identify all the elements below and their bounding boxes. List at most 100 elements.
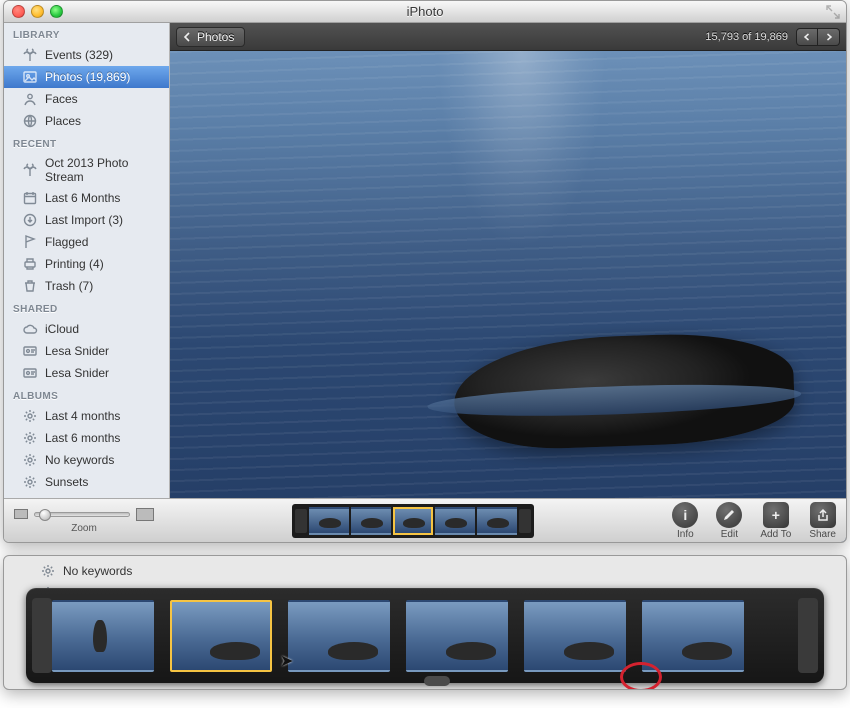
trash-icon: [22, 278, 38, 294]
thumbnail[interactable]: [309, 507, 349, 535]
info-button[interactable]: i Info: [672, 502, 698, 540]
thumbnail[interactable]: [288, 600, 390, 672]
sidebar-item-label: Faces: [45, 92, 78, 106]
action-tools: i Info Edit + Add To Share: [672, 502, 836, 540]
sidebar-item[interactable]: No keywords: [22, 560, 846, 582]
sidebar-item[interactable]: Lesa Snider: [4, 362, 169, 384]
info-icon: i: [672, 502, 698, 528]
cursor-icon: ➤: [280, 651, 293, 671]
filmstrip-cap-right: [519, 509, 531, 533]
pencil-icon: [716, 502, 742, 528]
photo-count: 15,793 of 19,869: [705, 31, 788, 43]
zoom-in-icon[interactable]: [136, 508, 154, 521]
sidebar-item-label: Flagged: [45, 235, 88, 249]
face-icon: [22, 91, 38, 107]
thumbnail-strip[interactable]: [292, 504, 534, 538]
gear-icon: [22, 474, 38, 490]
flag-icon: [22, 234, 38, 250]
nav-arrows: [796, 28, 840, 46]
sidebar-item[interactable]: Last Import (3): [4, 209, 169, 231]
card-icon: [22, 343, 38, 359]
sidebar-item-label: Last 6 Months: [45, 191, 120, 205]
filmstrip-resize-handle[interactable]: [424, 676, 450, 686]
gear-icon: [22, 452, 38, 468]
sidebar-item[interactable]: Last 6 Months: [4, 187, 169, 209]
gear-icon: [40, 563, 56, 579]
sidebar-item[interactable]: Last 4 months: [4, 405, 169, 427]
sidebar-item[interactable]: Last 6 months: [4, 427, 169, 449]
cloud-icon: [22, 321, 38, 337]
sidebar-item[interactable]: No keywords: [4, 449, 169, 471]
sidebar-group-label: LIBRARY: [4, 23, 169, 44]
add-to-button[interactable]: + Add To: [760, 502, 791, 540]
download-icon: [22, 212, 38, 228]
bottom-toolbar: Zoom i Info Edit + Add To: [4, 498, 846, 542]
next-photo-button[interactable]: [818, 28, 840, 46]
thumbnail[interactable]: [477, 507, 517, 535]
sidebar-item-label: No keywords: [45, 453, 114, 467]
zoom-slider[interactable]: [34, 512, 130, 517]
sidebar-item[interactable]: Places: [4, 110, 169, 132]
sidebar-item[interactable]: Oct 2013 Photo Stream: [4, 153, 169, 187]
sidebar-item-label: Photos (19,869): [45, 70, 130, 84]
photo-icon: [22, 69, 38, 85]
sidebar-item-label: Sunsets: [45, 475, 88, 489]
zoom-out-icon[interactable]: [14, 509, 28, 519]
back-label: Photos: [197, 30, 234, 44]
sidebar-item-label: iCloud: [45, 322, 79, 336]
filmstrip-cap-left: [295, 509, 307, 533]
sidebar-item[interactable]: Photos (19,869): [4, 66, 169, 88]
fullscreen-icon[interactable]: [826, 5, 840, 19]
sidebar-group-label: RECENT: [4, 132, 169, 153]
sidebar-item[interactable]: Lesa Snider: [4, 340, 169, 362]
gear-icon: [22, 408, 38, 424]
iphoto-window: iPhoto LIBRARY Events (329) Photos (19,869…: [3, 0, 847, 543]
zoom-button[interactable]: [50, 5, 63, 18]
main-panel: Photos 15,793 of 19,869: [170, 23, 846, 542]
globe-icon: [22, 113, 38, 129]
photo-viewer[interactable]: [170, 51, 846, 542]
thumbnail[interactable]: [642, 600, 744, 672]
thumbnail-strip-large[interactable]: [26, 588, 824, 683]
minimize-button[interactable]: [31, 5, 44, 18]
filmstrip-cap-left: [32, 598, 52, 673]
sidebar-item[interactable]: Printing (4): [4, 253, 169, 275]
sidebar-item[interactable]: Sunsets: [4, 471, 169, 493]
sidebar-item-label: Last 6 months: [45, 431, 120, 445]
close-button[interactable]: [12, 5, 25, 18]
sidebar-item-label: Oct 2013 Photo Stream: [45, 156, 160, 184]
card-icon: [22, 365, 38, 381]
sidebar-item[interactable]: Flagged: [4, 231, 169, 253]
share-icon: [810, 502, 836, 528]
prev-photo-button[interactable]: [796, 28, 818, 46]
thumbnail[interactable]: [524, 600, 626, 672]
thumbnail[interactable]: [351, 507, 391, 535]
sidebar-group-label: ALBUMS: [4, 384, 169, 405]
sidebar-item[interactable]: Trash (7): [4, 275, 169, 297]
sidebar-item-label: Events (329): [45, 48, 113, 62]
zoom-label: Zoom: [71, 523, 97, 534]
sidebar-item-label: Lesa Snider: [45, 344, 109, 358]
thumbnail[interactable]: [435, 507, 475, 535]
share-button[interactable]: Share: [809, 502, 836, 540]
content-topbar: Photos 15,793 of 19,869: [170, 23, 846, 51]
filmstrip-enlarged-panel: No keywordsSunsets ➤: [3, 555, 847, 690]
calendar-icon: [22, 190, 38, 206]
window-controls: [12, 5, 63, 18]
palm-icon: [22, 162, 38, 178]
edit-button[interactable]: Edit: [716, 502, 742, 540]
printer-icon: [22, 256, 38, 272]
sidebar-item-label: Trash (7): [45, 279, 93, 293]
photo-content: [170, 51, 846, 542]
sidebar-item[interactable]: iCloud: [4, 318, 169, 340]
thumbnail[interactable]: [406, 600, 508, 672]
back-button[interactable]: Photos: [176, 27, 245, 47]
sidebar-item[interactable]: Events (329): [4, 44, 169, 66]
titlebar: iPhoto: [4, 1, 846, 23]
thumbnail[interactable]: [170, 600, 272, 672]
thumbnail[interactable]: [52, 600, 154, 672]
sidebar-item-label: Printing (4): [45, 257, 104, 271]
sidebar-item[interactable]: Faces: [4, 88, 169, 110]
gear-icon: [22, 430, 38, 446]
thumbnail[interactable]: [393, 507, 433, 535]
